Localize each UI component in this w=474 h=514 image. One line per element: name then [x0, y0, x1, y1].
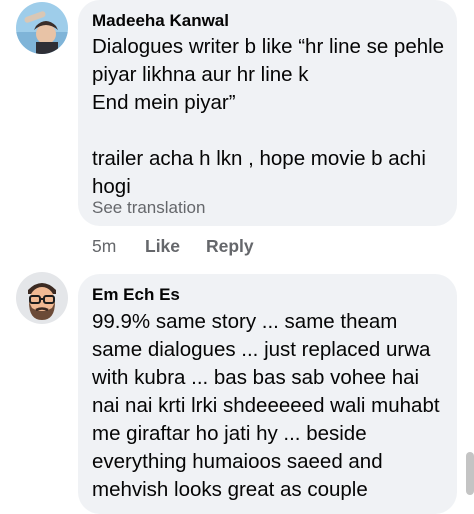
comment-timestamp[interactable]: 5m [92, 236, 116, 257]
avatar[interactable] [16, 2, 68, 54]
comment-bubble: Em Ech Es 99.9% same story ... same thea… [78, 274, 457, 514]
profile-photo [16, 2, 68, 54]
comment-text: 99.9% same story ... same theam same dia… [92, 310, 446, 501]
comment-bubble: Madeeha Kanwal Dialogues writer b like “… [78, 0, 457, 226]
comment-1: Madeeha Kanwal Dialogues writer b like “… [0, 0, 474, 270]
comment-actions: 5m Like Reply [92, 236, 392, 260]
comment-2: Em Ech Es 99.9% same story ... same thea… [0, 270, 474, 514]
comment-author[interactable]: Madeeha Kanwal [92, 11, 229, 31]
reply-button[interactable]: Reply [206, 236, 254, 257]
cartoon-avatar-icon [16, 272, 68, 324]
see-translation-link[interactable]: See translation [92, 198, 205, 218]
comment-author[interactable]: Em Ech Es [92, 285, 180, 305]
comment-text: Dialogues writer b like “hr line se pehl… [92, 35, 445, 198]
avatar[interactable] [16, 272, 68, 324]
like-button[interactable]: Like [145, 236, 180, 257]
scrollbar[interactable] [466, 452, 474, 495]
